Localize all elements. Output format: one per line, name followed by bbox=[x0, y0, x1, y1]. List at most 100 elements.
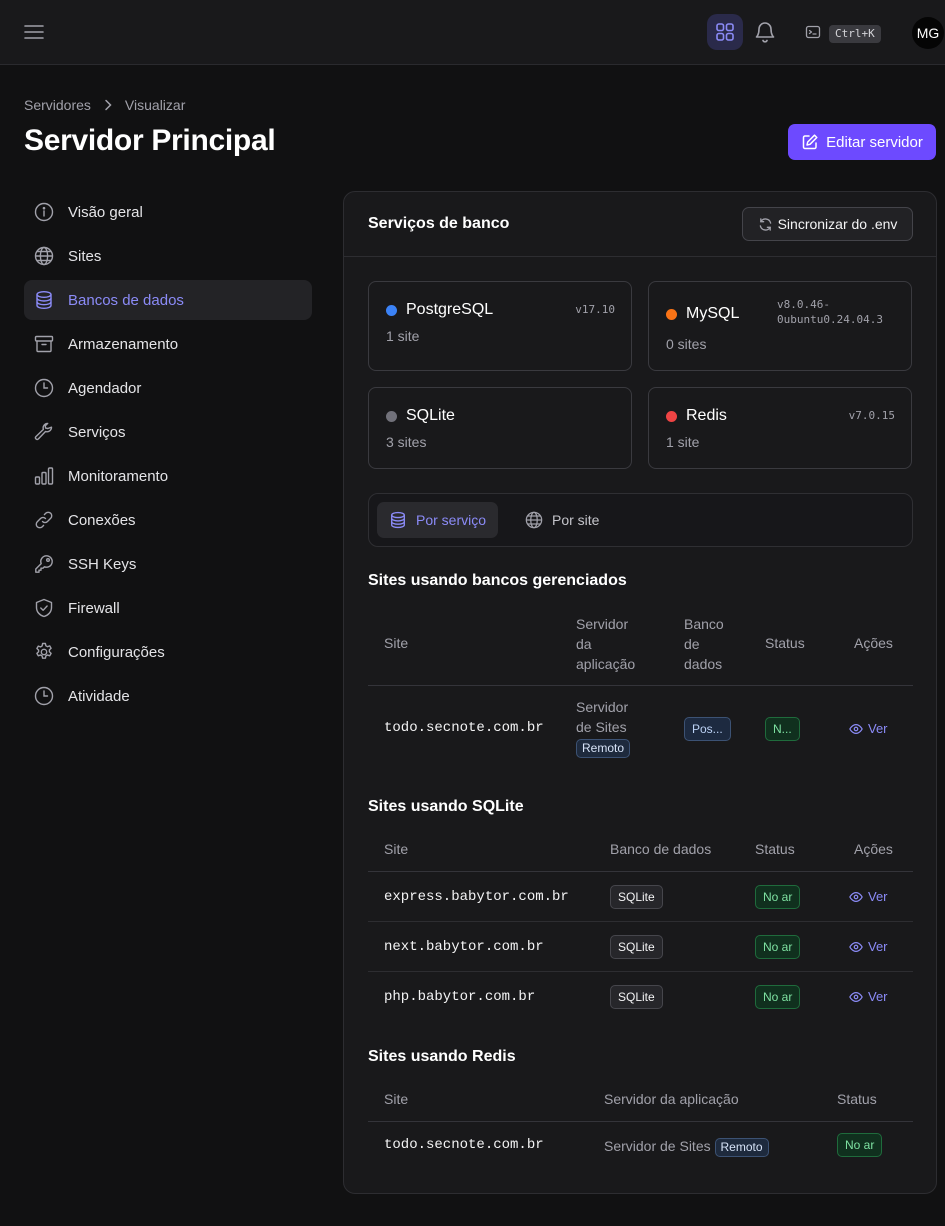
redis-table-header: Site Servidor da aplicação Status bbox=[368, 1080, 913, 1122]
section-title-redis: Sites usando Redis bbox=[368, 1048, 516, 1065]
status-dot bbox=[386, 305, 397, 316]
app-server: Servidor de Sites Remoto bbox=[604, 1136, 769, 1157]
status-badge: No ar bbox=[837, 1133, 883, 1157]
sidebar-item-connections[interactable]: Conexões bbox=[24, 500, 312, 540]
service-site-count: 1 site bbox=[666, 434, 700, 450]
sidebar-item-label: Bancos de dados bbox=[68, 291, 184, 309]
menu-icon[interactable] bbox=[24, 22, 44, 42]
sidebar-item-monitoring[interactable]: Monitoramento bbox=[24, 456, 312, 496]
app-server: Servidor de Sites Remoto bbox=[576, 697, 631, 758]
grid-icon bbox=[716, 23, 734, 41]
sidebar-item-label: Conexões bbox=[68, 511, 136, 529]
sidebar-item-label: Monitoramento bbox=[68, 467, 169, 485]
section-title-managed: Sites usando bancos gerenciados bbox=[368, 572, 627, 589]
col-app-server-line: da bbox=[576, 636, 592, 652]
globe-icon bbox=[525, 511, 543, 529]
archive-icon bbox=[34, 335, 54, 353]
sidebar-item-firewall[interactable]: Firewall bbox=[24, 588, 312, 628]
sidebar-item-ssh-keys[interactable]: SSH Keys bbox=[24, 544, 312, 584]
terminal-icon[interactable] bbox=[805, 24, 821, 40]
view-link[interactable]: Ver bbox=[849, 939, 888, 954]
sync-env-label: Sincronizar do .env bbox=[777, 216, 898, 232]
table-row: express.babytor.com.br SQLite No ar Ver bbox=[368, 872, 913, 922]
service-card-mysql[interactable]: MySQL v8.0.46- 0ubuntu0.24.04.3 0 sites bbox=[648, 281, 912, 371]
panel-title: Serviços de banco bbox=[368, 215, 510, 232]
database-services-panel: Serviços de banco Sincronizar do .env Po… bbox=[343, 191, 937, 1194]
status-badge: No ar bbox=[755, 885, 801, 909]
bar-chart-icon bbox=[34, 467, 54, 485]
clock-icon bbox=[34, 686, 54, 706]
sidebar-item-sites[interactable]: Sites bbox=[24, 236, 312, 276]
view-link[interactable]: Ver bbox=[849, 721, 888, 736]
view-link[interactable]: Ver bbox=[849, 989, 888, 1004]
sidebar-item-label: Agendador bbox=[68, 379, 142, 397]
tab-label: Por serviço bbox=[416, 512, 487, 528]
col-app-server-line: aplicação bbox=[576, 656, 636, 672]
col-actions: Ações bbox=[854, 841, 893, 857]
sidebar-item-label: Serviços bbox=[68, 423, 126, 441]
database-icon bbox=[36, 291, 52, 310]
remote-badge: Remoto bbox=[714, 1138, 769, 1157]
site-domain[interactable]: todo.secnote.com.br bbox=[384, 720, 544, 736]
view-toggle: Por serviço Por site bbox=[368, 493, 913, 547]
command-palette-shortcut[interactable]: Ctrl+K bbox=[829, 25, 881, 43]
col-database-line: dados bbox=[684, 656, 723, 672]
table-row: todo.secnote.com.br Servidor de Sites Re… bbox=[368, 1122, 913, 1172]
table-row: php.babytor.com.br SQLite No ar Ver bbox=[368, 972, 913, 1022]
apps-grid-button[interactable] bbox=[707, 14, 743, 50]
sidebar-item-activity[interactable]: Atividade bbox=[24, 676, 312, 716]
tab-by-site[interactable]: Por site bbox=[513, 502, 611, 538]
service-card-redis[interactable]: Redis v7.0.15 1 site bbox=[648, 387, 912, 469]
database-badge: SQLite bbox=[610, 885, 663, 909]
breadcrumb-current: Visualizar bbox=[124, 97, 186, 113]
col-status: Status bbox=[755, 841, 795, 857]
sidebar-item-scheduler[interactable]: Agendador bbox=[24, 368, 312, 408]
col-app-server-line: Servidor bbox=[576, 616, 629, 632]
app-server-line: Servidor bbox=[576, 699, 629, 715]
site-domain[interactable]: todo.secnote.com.br bbox=[384, 1137, 544, 1153]
link-icon bbox=[35, 511, 53, 529]
sidebar-item-databases[interactable]: Bancos de dados bbox=[24, 280, 312, 320]
service-card-sqlite[interactable]: SQLite 3 sites bbox=[368, 387, 632, 469]
service-card-postgresql[interactable]: PostgreSQL v17.10 1 site bbox=[368, 281, 632, 371]
avatar[interactable]: MG bbox=[912, 17, 944, 49]
sidebar-item-label: Armazenamento bbox=[68, 335, 179, 353]
view-link[interactable]: Ver bbox=[849, 889, 888, 904]
app-server-name: Servidor de Sites bbox=[604, 1138, 711, 1154]
breadcrumb-servers-link[interactable]: Servidores bbox=[24, 97, 91, 113]
service-site-count: 0 sites bbox=[666, 336, 707, 352]
service-site-count: 3 sites bbox=[386, 434, 427, 450]
sidebar-item-overview[interactable]: Visão geral bbox=[24, 192, 312, 232]
table-row: todo.secnote.com.br Servidor de Sites Re… bbox=[368, 686, 913, 770]
status-dot bbox=[666, 309, 677, 320]
database-icon bbox=[391, 511, 405, 529]
eye-icon bbox=[849, 891, 863, 902]
service-name: PostgreSQL bbox=[406, 301, 494, 318]
col-site: Site bbox=[384, 1091, 409, 1107]
site-domain[interactable]: express.babytor.com.br bbox=[384, 889, 569, 905]
col-status: Status bbox=[837, 1091, 877, 1107]
sync-env-button[interactable]: Sincronizar do .env bbox=[742, 207, 913, 241]
sidebar-item-settings[interactable]: Configurações bbox=[24, 632, 312, 672]
bell-icon[interactable] bbox=[753, 20, 777, 44]
col-app-server: Servidor da aplicação bbox=[576, 614, 635, 674]
status-badge: No ar bbox=[755, 985, 801, 1009]
database-badge: Pos... bbox=[684, 717, 731, 741]
sidebar-item-label: Visão geral bbox=[68, 203, 143, 221]
site-domain[interactable]: php.babytor.com.br bbox=[384, 989, 535, 1005]
site-domain[interactable]: next.babytor.com.br bbox=[384, 939, 544, 955]
app-server-line: de Sites bbox=[576, 719, 627, 735]
sidebar-item-storage[interactable]: Armazenamento bbox=[24, 324, 312, 364]
tab-by-service[interactable]: Por serviço bbox=[377, 502, 499, 538]
breadcrumb: Servidores Visualizar bbox=[24, 97, 185, 113]
service-version-line: 0ubuntu0.24.04.3 bbox=[777, 313, 883, 326]
top-bar: Ctrl+K MG bbox=[0, 0, 945, 65]
sidebar-item-label: Configurações bbox=[68, 643, 165, 661]
view-label: Ver bbox=[868, 889, 888, 904]
globe-icon bbox=[34, 246, 54, 266]
service-version: v7.0.15 bbox=[848, 409, 895, 422]
sidebar-item-label: Atividade bbox=[68, 687, 130, 705]
sidebar-item-services[interactable]: Serviços bbox=[24, 412, 312, 452]
database-badge: SQLite bbox=[610, 985, 663, 1009]
edit-server-button[interactable]: Editar servidor bbox=[788, 124, 936, 160]
